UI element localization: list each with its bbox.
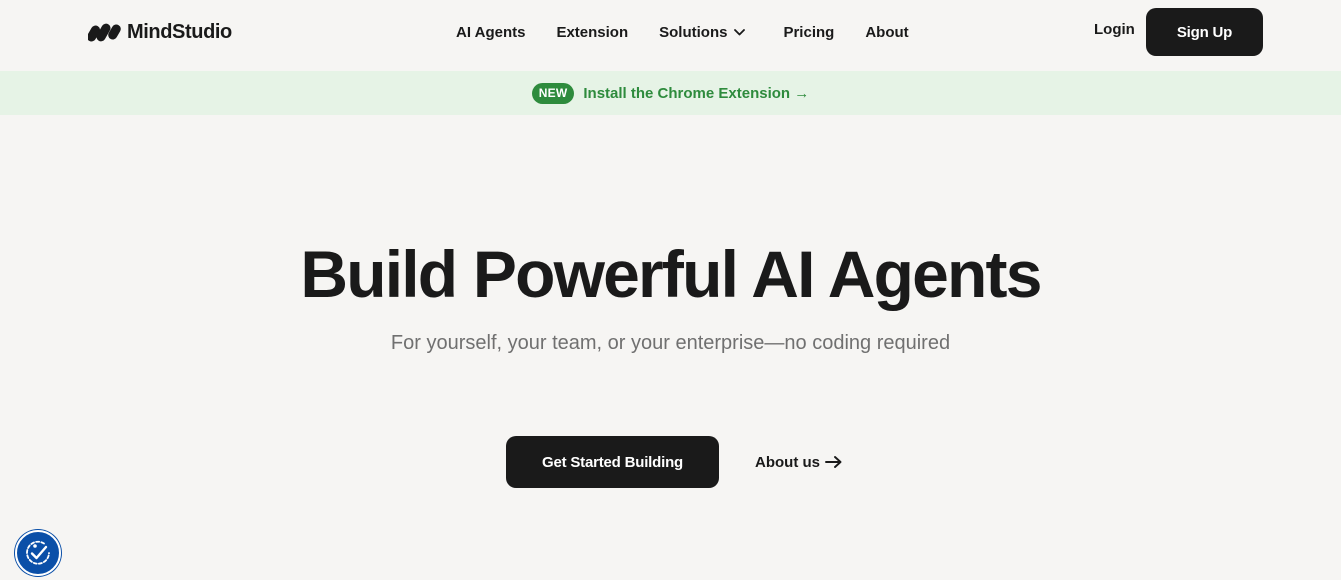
arrow-right-icon xyxy=(825,456,842,468)
hero-subtitle: For yourself, your team, or your enterpr… xyxy=(390,332,951,354)
chevron-down-icon xyxy=(734,28,746,35)
nav-item-label: Pricing xyxy=(783,23,835,41)
login-link[interactable]: Login xyxy=(1094,21,1135,38)
announcement-banner: NEW Install the Chrome Extension → xyxy=(0,71,1341,115)
nav-item-pricing[interactable]: Pricing xyxy=(783,24,834,41)
hero-title: Build Powerful AI Agents xyxy=(300,237,1042,311)
nav-item-label: About xyxy=(865,23,909,41)
nav-item-solutions[interactable]: Solutions xyxy=(659,23,746,41)
brand-name: MindStudio xyxy=(127,20,232,43)
nav-item-about[interactable]: About xyxy=(865,24,908,41)
get-started-button[interactable]: Get Started Building xyxy=(506,436,719,488)
nav-item-label: Extension xyxy=(556,23,629,41)
chrome-extension-link[interactable]: Install the Chrome Extension → xyxy=(583,85,809,102)
nav-item-label: Solutions xyxy=(659,23,728,41)
nav-item-extension[interactable]: Extension xyxy=(556,24,628,41)
new-badge: NEW xyxy=(531,82,575,104)
site-header: MindStudio AI Agents Extension Solutions… xyxy=(0,0,1341,71)
nav-item-label: AI Agents xyxy=(456,23,526,41)
main-nav: AI Agents Extension Solutions Pricing Ab… xyxy=(456,21,909,43)
accessibility-icon xyxy=(26,540,50,565)
about-us-label: About us xyxy=(755,453,820,471)
accessibility-widget-button[interactable] xyxy=(15,530,61,576)
nav-item-ai-agents[interactable]: AI Agents xyxy=(456,24,525,41)
page: MindStudio AI Agents Extension Solutions… xyxy=(0,0,1341,580)
about-us-link[interactable]: About us xyxy=(755,451,842,473)
sign-up-button[interactable]: Sign Up xyxy=(1146,8,1263,56)
mindstudio-logo-icon xyxy=(88,23,121,42)
brand-logo-link[interactable]: MindStudio xyxy=(88,18,232,46)
